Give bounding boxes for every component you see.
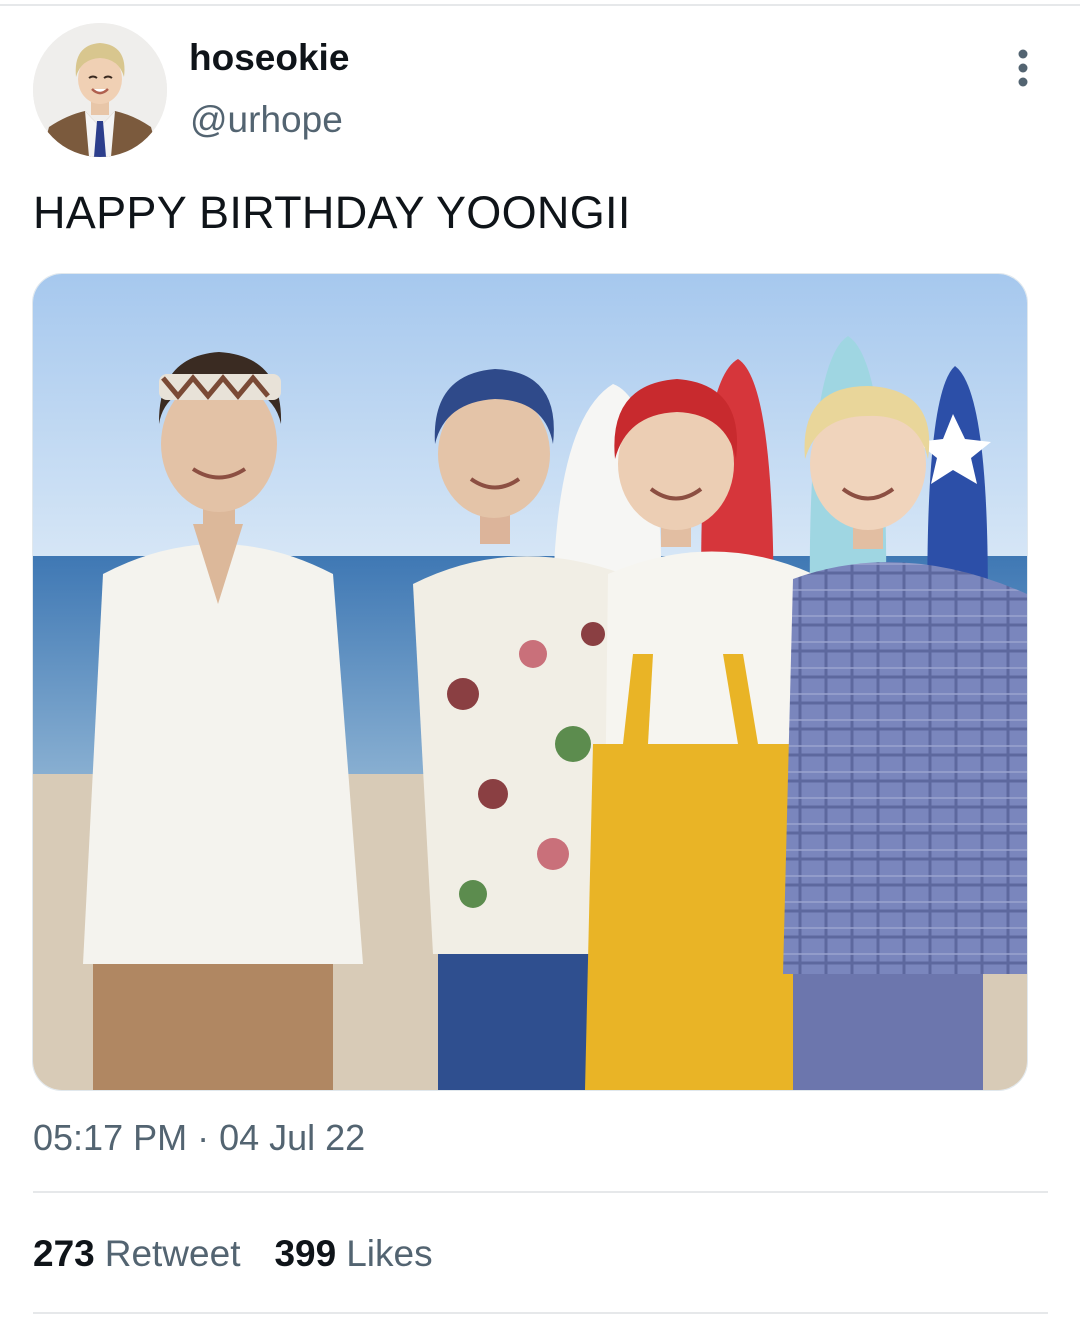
divider: [33, 1191, 1048, 1193]
retweet-label: Retweet: [104, 1233, 241, 1274]
retweet-count: 273: [33, 1233, 95, 1274]
retweet-count-link[interactable]: 273 Retweet: [33, 1231, 240, 1277]
top-divider: [0, 4, 1080, 6]
tweet-text: HAPPY BIRTHDAY YOONGII: [33, 187, 631, 238]
tweet-stats: 273 Retweet 399 Likes: [33, 1231, 433, 1277]
avatar[interactable]: [33, 23, 167, 157]
more-vertical-icon: [1018, 49, 1028, 87]
divider: [33, 1312, 1048, 1314]
tweet-media-image[interactable]: [32, 273, 1028, 1091]
tweet-timestamp[interactable]: 05:17 PM · 04 Jul 22: [33, 1116, 365, 1160]
author-handle[interactable]: @urhope: [190, 98, 343, 142]
likes-label: Likes: [346, 1233, 433, 1274]
author-display-name[interactable]: hoseokie: [189, 36, 349, 80]
likes-count: 399: [274, 1233, 337, 1274]
more-options-button[interactable]: [1008, 46, 1038, 90]
likes-count-link[interactable]: 399 Likes: [274, 1231, 432, 1277]
